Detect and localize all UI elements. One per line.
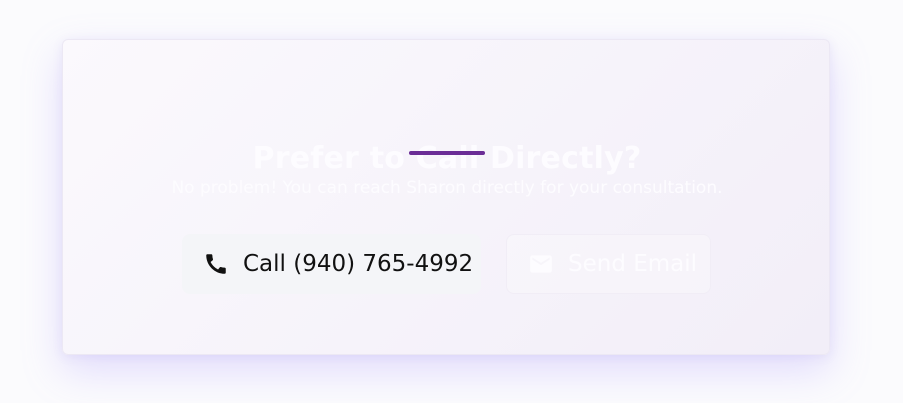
send-email-button[interactable]: Send Email bbox=[506, 234, 711, 294]
card-subtitle: No problem! You can reach Sharon directl… bbox=[171, 178, 723, 198]
call-button-label: Call (940) 765-4992 bbox=[243, 251, 474, 277]
page: Prefer to Call Directly? No problem! You… bbox=[0, 0, 903, 403]
envelope-icon bbox=[528, 251, 554, 277]
call-button[interactable]: Call (940) 765-4992 bbox=[182, 234, 481, 294]
phone-icon bbox=[203, 251, 229, 277]
card-title: Prefer to Call Directly? bbox=[252, 141, 642, 176]
send-email-button-label: Send Email bbox=[568, 251, 698, 277]
title-accent-underline bbox=[409, 151, 485, 155]
contact-card: Prefer to Call Directly? No problem! You… bbox=[62, 39, 830, 355]
